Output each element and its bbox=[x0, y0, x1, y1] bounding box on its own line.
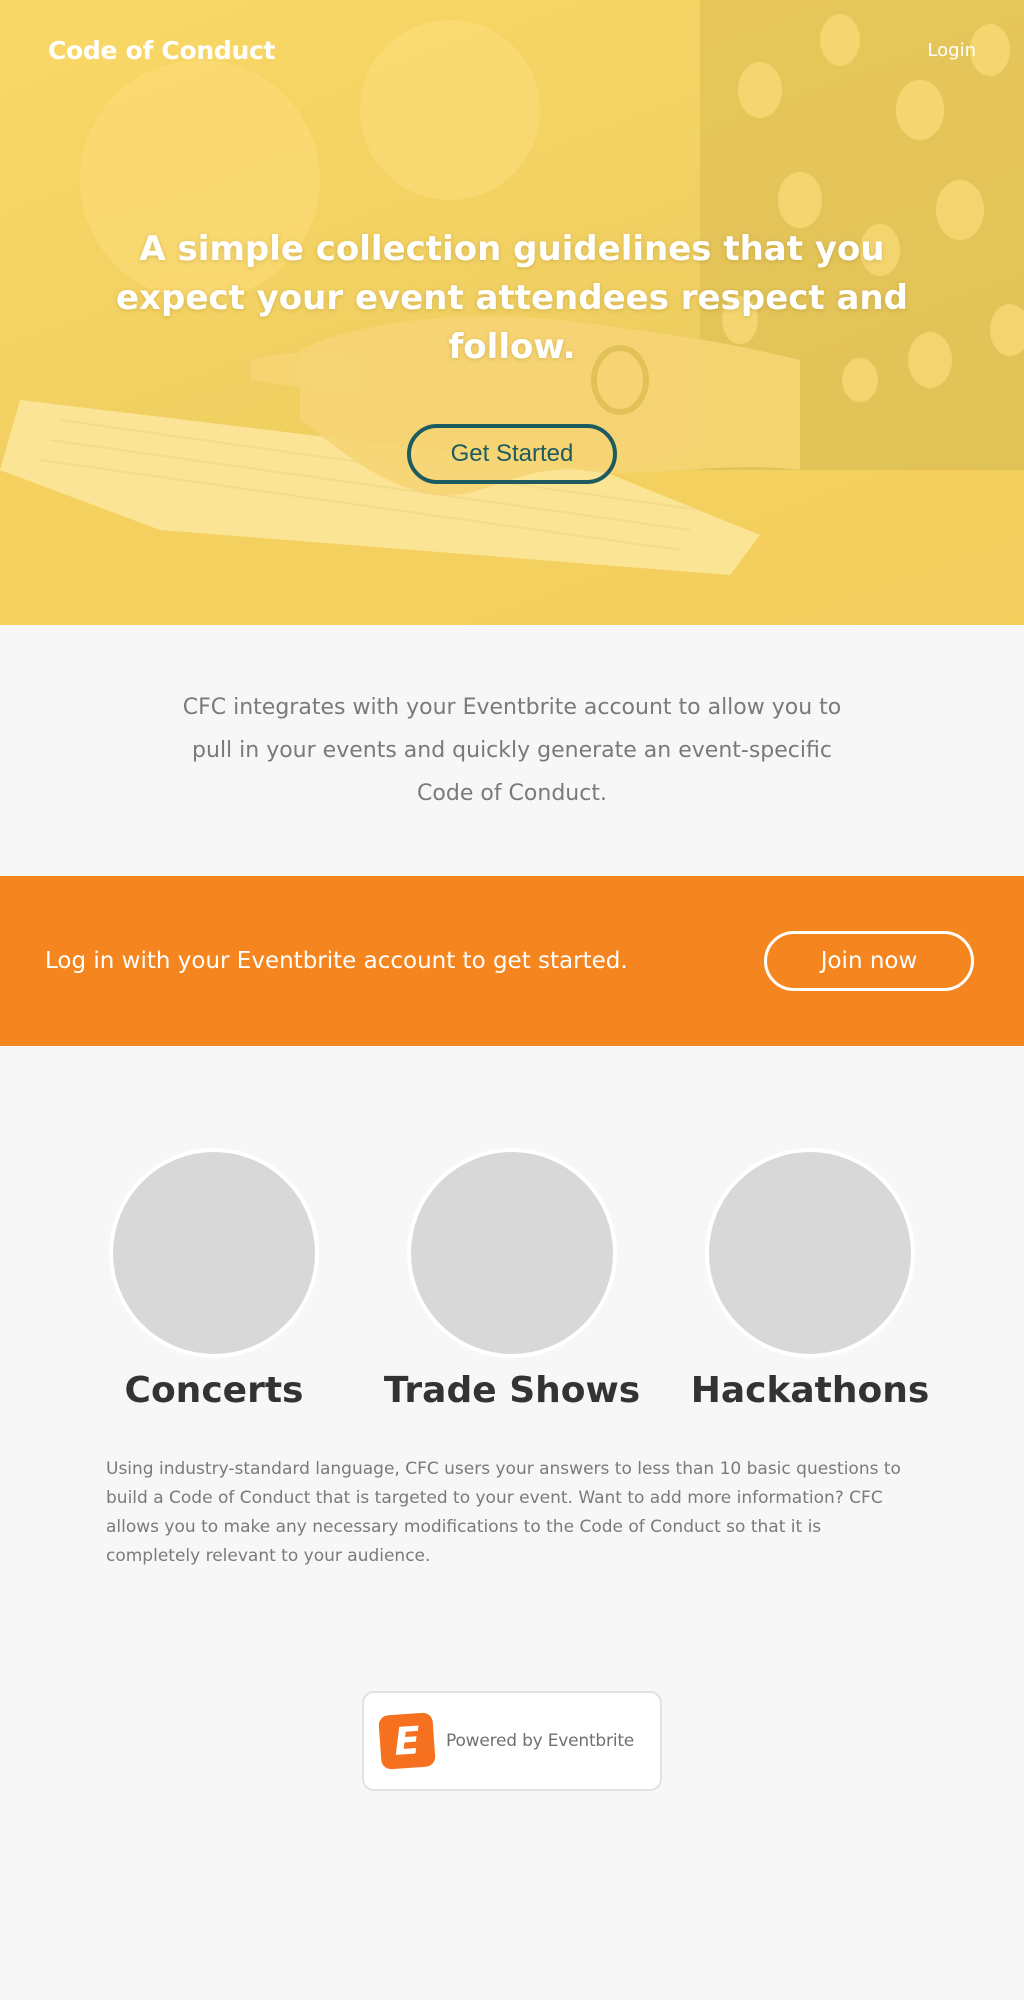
hero-title: A simple collection guidelines that you … bbox=[116, 229, 908, 367]
join-now-button[interactable]: Join now bbox=[764, 931, 974, 991]
feature-item-concerts: Concerts bbox=[109, 1148, 319, 1411]
powered-by-wrapper: E Powered by Eventbrite bbox=[0, 1691, 1024, 1791]
feature-label: Hackathons bbox=[690, 1370, 930, 1411]
feature-item-hackathons: Hackathons bbox=[691, 1148, 929, 1411]
hero-content: A simple collection guidelines that you … bbox=[0, 225, 1024, 484]
feature-item-trade-shows: Trade Shows bbox=[384, 1148, 640, 1411]
feature-list: Concerts Trade Shows Hackathons bbox=[0, 1046, 1024, 1411]
feature-image-placeholder bbox=[109, 1148, 319, 1358]
eventbrite-logo-letter: E bbox=[392, 1718, 422, 1764]
signup-banner: Log in with your Eventbrite account to g… bbox=[0, 876, 1024, 1046]
top-navigation: Code of Conduct Login bbox=[0, 0, 1024, 100]
login-link[interactable]: Login bbox=[927, 40, 976, 61]
intro-text: CFC integrates with your Eventbrite acco… bbox=[182, 695, 842, 806]
features-description: Using industry-standard language, CFC us… bbox=[106, 1459, 901, 1566]
eventbrite-logo-icon: E bbox=[378, 1712, 436, 1770]
feature-label: Concerts bbox=[124, 1370, 304, 1411]
intro-section: CFC integrates with your Eventbrite acco… bbox=[0, 625, 1024, 876]
powered-by-eventbrite-badge[interactable]: E Powered by Eventbrite bbox=[362, 1691, 662, 1791]
hero-section: Code of Conduct Login A simple collectio… bbox=[0, 0, 1024, 625]
feature-image-placeholder bbox=[705, 1148, 915, 1358]
banner-text: Log in with your Eventbrite account to g… bbox=[45, 948, 628, 974]
features-section: Concerts Trade Shows Hackathons Using in… bbox=[0, 1046, 1024, 1571]
powered-by-label: Powered by Eventbrite bbox=[446, 1731, 635, 1751]
brand-logo-link[interactable]: Code of Conduct bbox=[48, 36, 275, 65]
feature-label: Trade Shows bbox=[383, 1370, 641, 1411]
feature-image-placeholder bbox=[407, 1148, 617, 1358]
get-started-button[interactable]: Get Started bbox=[407, 424, 617, 484]
